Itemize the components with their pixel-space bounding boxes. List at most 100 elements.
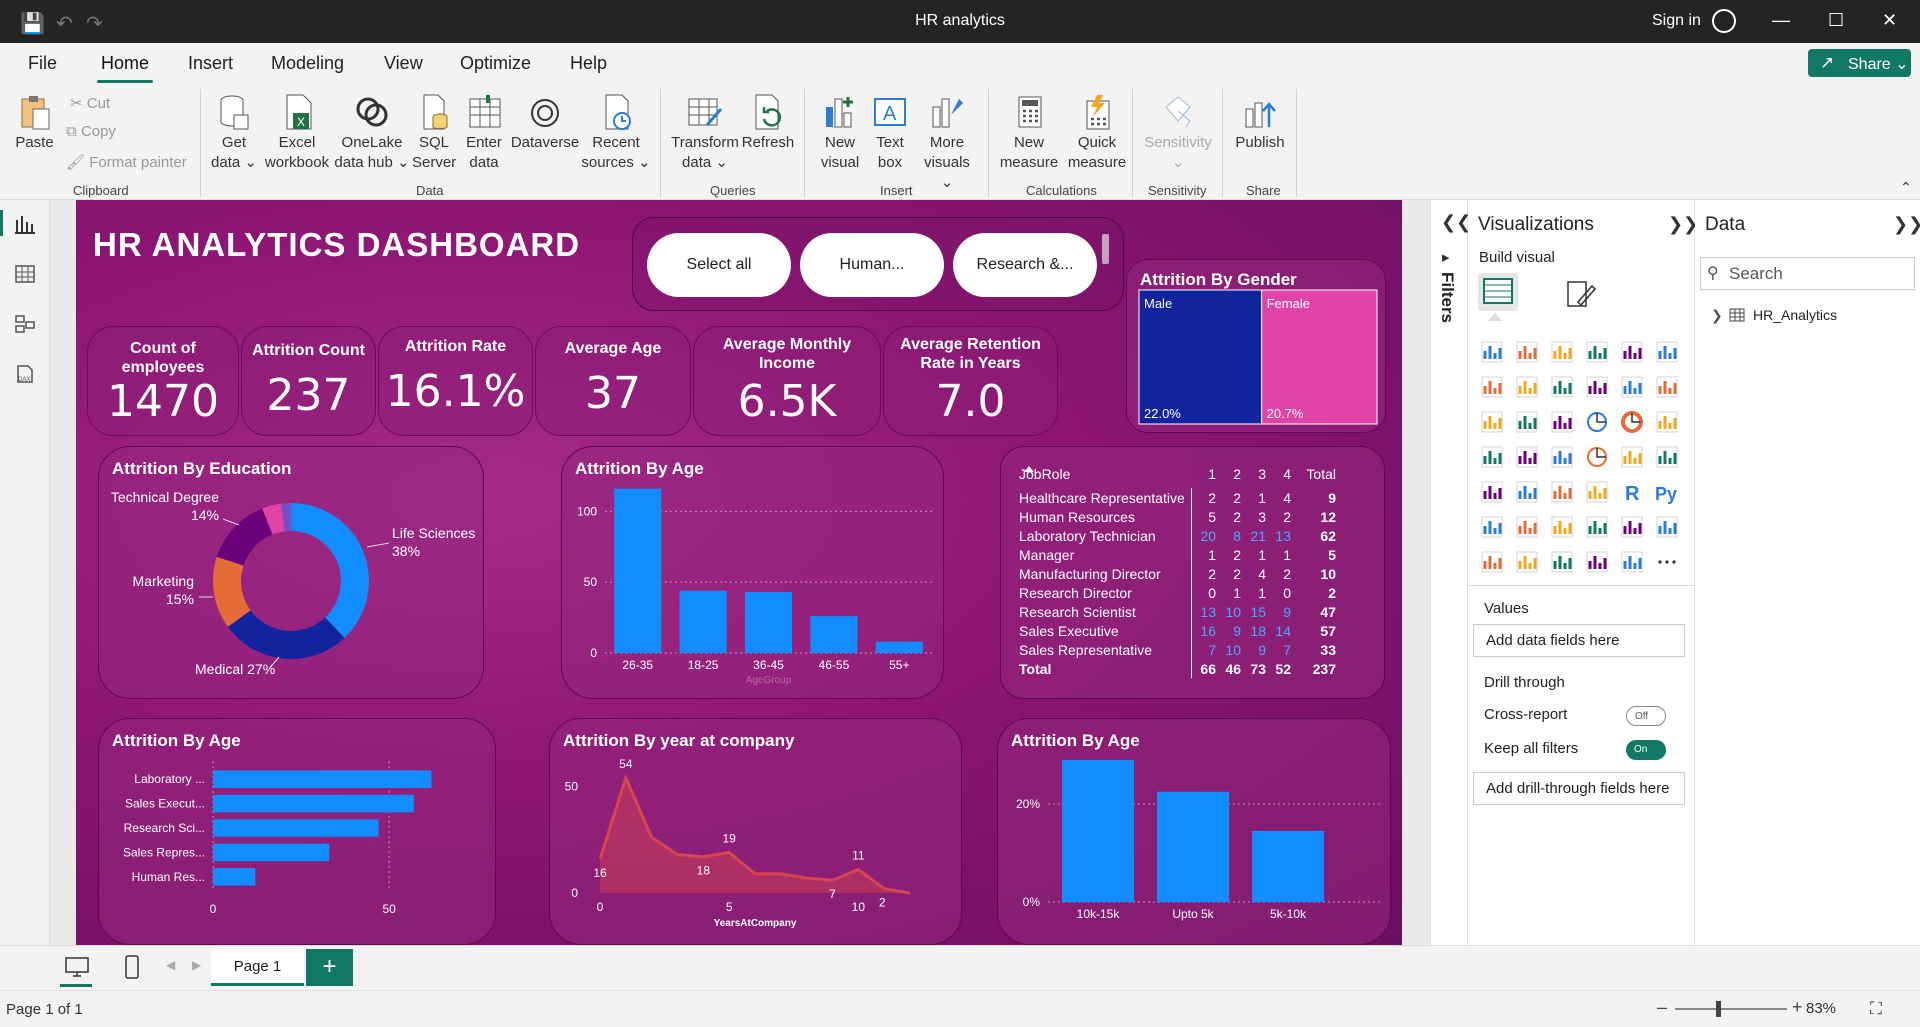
slicer-icon[interactable] [1515,480,1539,504]
map-icon[interactable] [1480,445,1504,469]
slicer-human-resources[interactable]: Human... [800,233,944,297]
filters-pane[interactable]: ❮❮ ▸ Filters [1430,200,1471,945]
mobile-layout-icon[interactable] [124,954,140,980]
new-measure-button[interactable]: New measure [996,93,1062,173]
zoom-slider-track[interactable] [1675,1008,1787,1010]
expand-right-icon[interactable]: ❯❯ [1893,214,1920,235]
sql-server-button[interactable]: SQL Server [412,93,456,173]
get-data-button[interactable]: Get data ⌄ [210,93,258,173]
transform-data-button[interactable]: Transform data ⌄ [670,93,740,173]
publish-button[interactable]: Publish [1232,93,1288,153]
line-chart-icon[interactable] [1480,375,1504,399]
attrition-by-age-card[interactable]: Attrition By Age 0 50 100 26-35 18-25 36-45 46… [561,446,944,699]
qa-icon[interactable] [1550,515,1574,539]
jobrole-matrix-card[interactable]: JobRole 1 2 3 4 Total Healthcare Representativ… [1000,446,1385,699]
dax-query-view-icon[interactable]: DAX [14,364,36,384]
excel-workbook-button[interactable]: X Excel workbook [262,93,332,173]
column-header[interactable]: JobRole [1019,465,1191,488]
clustered-column-icon[interactable] [1585,340,1609,364]
zoom-in-icon[interactable]: + [1792,997,1803,1018]
slicer-research[interactable]: Research &... [953,233,1097,297]
enter-data-button[interactable]: Enter data [460,93,508,173]
quick-measure-button[interactable]: Quick measure [1064,93,1130,173]
menu-optimize[interactable]: Optimize [460,53,531,74]
stacked-bar-icon[interactable] [1480,340,1504,364]
zoom-out-icon[interactable]: – [1657,997,1667,1018]
chevron-right-icon[interactable]: ❯ [1711,307,1723,324]
100-bar-icon[interactable] [1620,340,1644,364]
report-view-icon[interactable] [14,214,36,234]
area-chart-icon[interactable] [1515,375,1539,399]
table-row[interactable]: Sales Representative 7 10 9 7 33 [1019,640,1336,659]
smart-narrative-icon[interactable] [1585,515,1609,539]
drill-through-drop-zone[interactable]: Add drill-through fields here [1473,772,1685,805]
collapse-ribbon-icon[interactable]: ⌃ [1900,179,1912,196]
keep-all-filters-toggle[interactable]: On [1626,740,1666,760]
desktop-layout-icon[interactable] [64,956,90,978]
sensitivity-button[interactable]: Sensitivity ⌄ [1140,93,1216,173]
format-painter-button[interactable]: 🖌 Format painter [66,153,187,171]
table-row[interactable]: Healthcare Representative 2 2 1 4 9 [1019,488,1336,507]
copy-button[interactable]: ⧉ Copy [66,123,116,140]
collapse-left-icon[interactable]: ❮❮ [1441,212,1471,233]
100-column-icon[interactable] [1655,340,1679,364]
treemap-icon[interactable] [1655,410,1679,434]
values-drop-zone[interactable]: Add data fields here [1473,624,1685,657]
pie-chart-icon[interactable] [1585,410,1609,434]
model-view-icon[interactable] [14,314,36,334]
paste-button[interactable]: Paste [12,93,57,153]
new-card-icon[interactable] [1480,550,1504,574]
power-automate-icon[interactable] [1620,550,1644,574]
power-apps-icon[interactable] [1585,550,1609,574]
table-row[interactable]: Human Resources 5 2 3 2 12 [1019,507,1336,526]
minimize-icon[interactable]: — [1772,10,1790,31]
share-button[interactable]: ↗ Share ⌄ [1808,49,1911,77]
funnel-icon[interactable] [1515,410,1539,434]
stacked-area-icon[interactable] [1550,375,1574,399]
table-row[interactable]: Research Director 0 1 1 0 2 [1019,583,1336,602]
format-visual-icon[interactable] [1564,278,1598,310]
new-slicer-icon[interactable] [1515,550,1539,574]
new-visual-button[interactable]: New visual [816,93,864,173]
table-icon[interactable] [1550,480,1574,504]
attrition-by-gender-card[interactable]: Attrition By Gender Male 22.0% Female 20.7% [1126,259,1386,433]
decomposition-tree-icon[interactable] [1515,515,1539,539]
close-icon[interactable]: ✕ [1882,10,1897,31]
more-icon[interactable] [1655,550,1679,574]
attrition-by-year-card[interactable]: Attrition By year at company 0 50 0 5 10 16 54… [549,718,962,945]
donut-chart-icon[interactable] [1620,410,1644,434]
ribbon-chart-icon[interactable] [1655,375,1679,399]
filled-map-icon[interactable] [1515,445,1539,469]
maximize-icon[interactable]: ☐ [1828,10,1844,31]
onelake-button[interactable]: OneLake data hub ⌄ [333,93,411,173]
card-icon[interactable] [1620,445,1644,469]
gauge-icon[interactable] [1585,445,1609,469]
menu-file[interactable]: File [28,53,57,74]
table-hr-analytics[interactable]: HR_Analytics [1753,307,1837,323]
scatter-icon[interactable] [1550,410,1574,434]
add-page-button[interactable]: + [306,949,353,986]
zoom-slider-thumb[interactable] [1716,1001,1721,1017]
table-row[interactable]: Research Scientist 13 10 15 9 47 [1019,602,1336,621]
table-row[interactable]: Sales Executive 16 9 18 14 57 [1019,621,1336,640]
menu-view[interactable]: View [384,53,423,74]
recent-sources-button[interactable]: Recent sources ⌄ [580,93,652,173]
more-visuals-button[interactable]: More visuals ⌄ [918,93,976,193]
table-row[interactable]: Manager 1 2 1 1 5 [1019,545,1336,564]
kpi-icon[interactable] [1480,480,1504,504]
paginated-report-icon[interactable] [1655,515,1679,539]
slicer-select-all[interactable]: Select all [647,233,791,297]
attrition-by-jobrole-card[interactable]: Attrition By Age 0 50 Laboratory ... Sales … [98,718,496,945]
column-header[interactable]: 2 [1216,465,1241,488]
table-view-icon[interactable] [14,264,36,284]
fit-to-page-icon[interactable]: ⛶ [1870,999,1882,1019]
python-visual-icon[interactable]: Py [1655,480,1679,504]
build-visual-tab[interactable] [1478,273,1518,311]
arcgis-icon[interactable] [1550,550,1574,574]
prev-page-icon[interactable]: ◀ [166,958,175,972]
cut-button[interactable]: ✂ Cut [70,94,110,112]
refresh-button[interactable]: Refresh [740,93,796,153]
sign-in-button[interactable]: Sign in [1652,12,1701,30]
column-header[interactable]: 3 [1241,465,1266,488]
total-row[interactable]: Total 66 46 73 52 237 [1019,659,1336,678]
